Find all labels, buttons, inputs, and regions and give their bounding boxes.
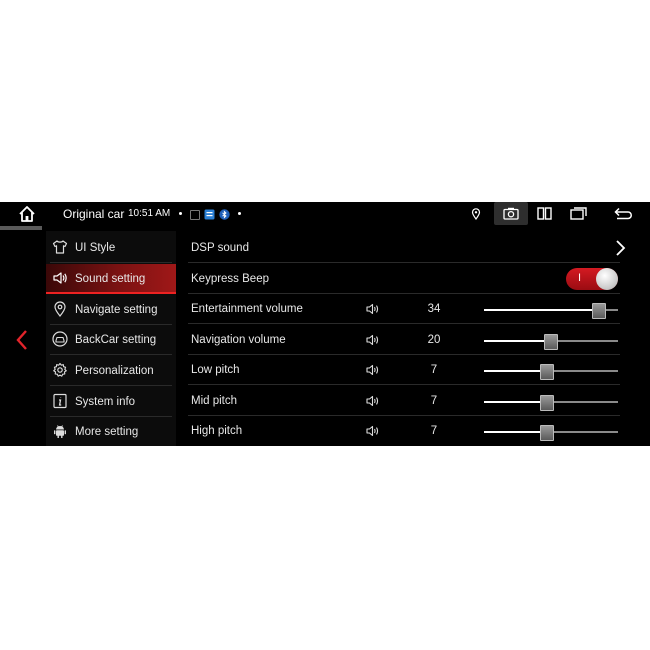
volume-label: Low pitch [191,364,240,376]
menu-item-ui-style[interactable]: UI Style [46,233,176,263]
app-title: Original car [63,207,125,221]
back-icon[interactable] [614,207,632,220]
menu-item-label: More setting [75,426,139,438]
volume-slider[interactable] [484,334,618,350]
location-icon [471,208,481,220]
menu-item-personalization[interactable]: Personalization [46,356,176,386]
car-icon [52,331,68,347]
volume-label: High pitch [191,425,243,437]
menu-item-sound-setting[interactable]: Sound setting [46,264,176,294]
menu-item-backcar-setting[interactable]: BackCar setting [46,325,176,355]
speaker-icon [366,395,379,407]
divider [188,262,620,263]
location-pin-icon [54,301,66,317]
dsp-sound-label: DSP sound [191,242,249,254]
settings-menu: UI Style Sound setting Navigate setting … [46,231,176,446]
volume-slider[interactable] [484,364,618,380]
volume-label: Entertainment volume [191,303,303,315]
volume-row: Low pitch 7 [176,355,650,385]
home-icon[interactable] [17,205,37,223]
volume-value: 20 [427,334,441,346]
slider-fill [484,370,546,372]
menu-item-label: Sound setting [75,273,146,285]
speaker-icon [366,364,379,376]
clock: 10:51 AM [128,208,171,219]
bluetooth-icon [219,209,230,220]
slider-thumb[interactable] [539,395,554,411]
toggle-knob [596,268,618,290]
shirt-icon [52,240,68,254]
keypress-beep-toggle[interactable]: I [566,268,618,290]
divider [188,384,620,385]
volume-slider[interactable] [484,303,618,319]
keypress-beep-row: Keypress Beep I [176,264,650,294]
volume-row: Mid pitch 7 [176,386,650,416]
volume-label: Navigation volume [191,334,286,346]
volume-slider[interactable] [484,395,618,411]
slider-fill [484,401,546,403]
slider-thumb[interactable] [543,334,558,350]
volume-value: 7 [430,364,438,376]
slider-fill [484,340,550,342]
volume-row: Entertainment volume 34 [176,294,650,324]
info-icon [53,393,67,409]
divider [188,323,620,324]
chevron-right-icon[interactable] [614,239,626,257]
dsp-sound-row[interactable]: DSP sound [176,233,650,263]
head-unit-screen: Original car 10:51 AM UI Style Sound set… [0,202,650,446]
speaker-icon [53,272,67,284]
toggle-on-mark: I [578,272,582,284]
divider [50,354,172,355]
volume-row: High pitch 7 [176,416,650,446]
menu-item-more-setting[interactable]: More setting [46,417,176,446]
slider-fill [484,431,546,433]
menu-item-system-info[interactable]: System info [46,387,176,417]
volume-value: 7 [430,425,438,437]
recent-apps-icon[interactable] [570,207,587,220]
divider [50,262,172,263]
menu-item-label: Personalization [75,365,154,377]
slider-thumb[interactable] [591,303,606,319]
menu-item-label: BackCar setting [75,334,157,346]
slider-thumb[interactable] [539,364,554,380]
sound-settings-panel: DSP sound Keypress Beep I Entertainment … [176,231,650,446]
speaker-icon [366,334,379,346]
keypress-beep-label: Keypress Beep [191,273,269,285]
speaker-icon [366,303,379,315]
divider [50,385,172,386]
chevron-left-icon[interactable] [14,329,30,351]
status-bar: Original car 10:51 AM [0,202,650,230]
menu-item-label: System info [75,396,136,408]
notification-dot-2 [238,212,241,215]
volume-row: Navigation volume 20 [176,325,650,355]
screenshot-icon[interactable] [503,207,519,220]
menu-item-label: UI Style [75,242,116,254]
volume-slider[interactable] [484,425,618,441]
home-indicator [0,226,42,230]
split-screen-icon[interactable] [537,207,552,220]
slider-fill [484,309,598,311]
volume-value: 7 [430,395,438,407]
gear-icon [53,362,67,377]
app-notification-icon [204,209,215,220]
notification-dot [179,212,182,215]
volume-label: Mid pitch [191,395,238,407]
slider-thumb[interactable] [539,425,554,441]
speaker-icon [366,425,379,437]
menu-item-navigate-setting[interactable]: Navigate setting [46,295,176,325]
android-icon [54,425,66,438]
menu-item-label: Navigate setting [75,304,158,316]
volume-value: 34 [427,303,441,315]
notification-box-icon [190,210,200,220]
